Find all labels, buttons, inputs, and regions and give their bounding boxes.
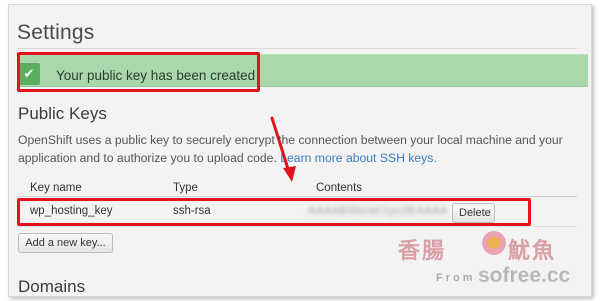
watermark-text-right: 魷魚 [508,239,557,264]
watermark-flower-icon [482,231,506,255]
title-divider [17,48,577,49]
page-title: Settings [17,21,95,44]
table-header-divider [17,196,577,197]
learn-more-ssh-link[interactable]: Learn more about SSH keys. [280,151,437,165]
watermark-from: From [436,272,476,284]
watermark-site: sofree.cc [478,264,571,287]
annotation-box-key-row [17,198,531,226]
column-header-contents: Contents [316,182,363,194]
annotation-box-alert [17,52,260,92]
section-title-domains: Domains [18,277,86,296]
public-keys-description: OpenShift uses a public key to securely … [18,131,574,167]
section-title-public-keys: Public Keys [18,104,107,123]
column-header-key-name: Key name [30,182,82,194]
column-header-type: Type [173,182,198,194]
add-new-key-button[interactable]: Add a new key... [18,233,113,253]
watermark-text-left: 香腸 [398,239,447,264]
table-row-divider [17,226,577,227]
